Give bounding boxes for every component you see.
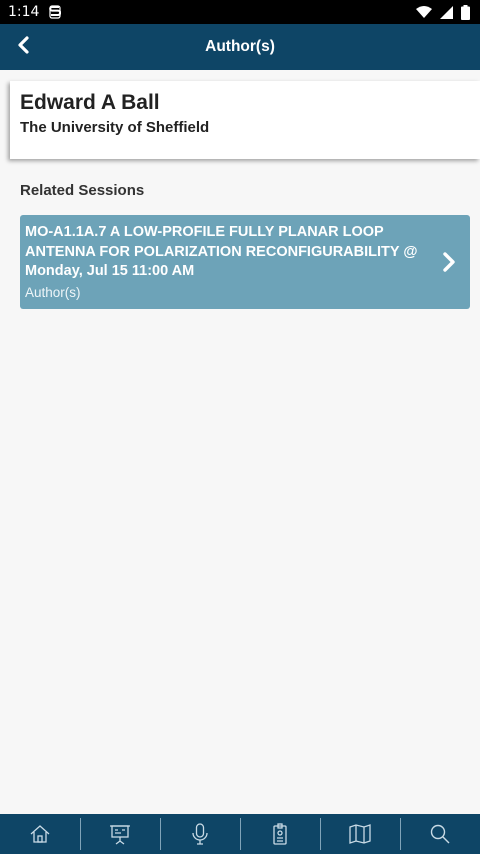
session-card[interactable]: MO-A1.1A.7 A LOW-PROFILE FULLY PLANAR LO… (20, 215, 470, 309)
signal-icon (440, 5, 453, 19)
badge-icon (270, 822, 290, 846)
chevron-right-icon (440, 251, 458, 273)
microphone-icon (190, 822, 210, 846)
author-affiliation: The University of Sheffield (20, 119, 210, 136)
battery-icon (461, 4, 470, 20)
search-icon (429, 823, 451, 845)
bottom-nav (0, 814, 480, 854)
session-title: MO-A1.1A.7 A LOW-PROFILE FULLY PLANAR LO… (25, 224, 418, 279)
wifi-icon (416, 6, 432, 18)
home-icon (29, 823, 51, 845)
status-bar: 1:14 (0, 0, 480, 24)
s-app-icon (49, 5, 62, 19)
presentation-icon (108, 822, 132, 846)
page-title: Author(s) (205, 38, 275, 55)
chevron-left-icon (16, 35, 30, 59)
nav-badge[interactable] (240, 814, 320, 854)
map-icon (348, 823, 372, 845)
author-card: Edward A Ball The University of Sheffiel… (10, 81, 480, 159)
back-button[interactable] (8, 32, 38, 62)
nav-map[interactable] (320, 814, 400, 854)
app-header: Author(s) (0, 24, 480, 70)
status-time: 1:14 (8, 4, 40, 20)
related-sessions-heading: Related Sessions (20, 182, 145, 199)
nav-home[interactable] (0, 814, 80, 854)
nav-search[interactable] (400, 814, 480, 854)
session-role: Author(s) (25, 284, 81, 300)
nav-speakers[interactable] (160, 814, 240, 854)
nav-sessions[interactable] (80, 814, 160, 854)
author-name: Edward A Ball (20, 91, 160, 114)
